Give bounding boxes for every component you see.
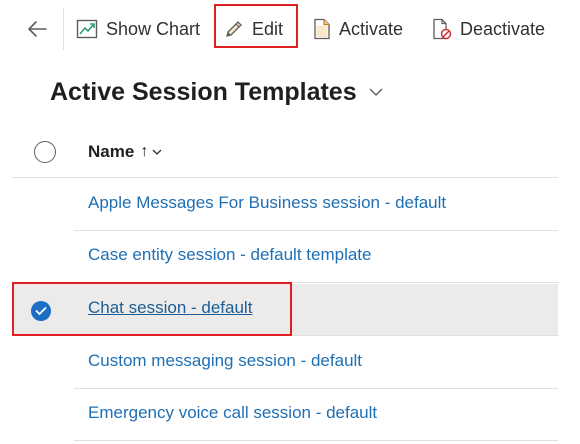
select-all-checkbox[interactable] [34, 141, 56, 163]
command-bar: Show Chart Edit Activate Deactivate [0, 0, 580, 58]
selected-row-highlight-box [12, 282, 292, 336]
back-button[interactable] [22, 14, 52, 44]
record-link[interactable]: Case entity session - default template [88, 245, 371, 265]
row-divider [74, 440, 558, 441]
view-selector[interactable]: Active Session Templates [50, 72, 383, 112]
chevron-down-icon [152, 149, 162, 155]
activate-label: Activate [339, 18, 404, 39]
chart-icon [76, 19, 98, 39]
show-chart-label: Show Chart [106, 18, 201, 39]
table-row[interactable]: Case entity session - default template [12, 231, 558, 283]
table-row[interactable]: Emergency voice call session - default [12, 389, 558, 441]
sort-ascending-icon: ↑ [140, 143, 149, 160]
grid-header: Name ↑ [12, 133, 558, 178]
document-blocked-icon [433, 18, 452, 40]
record-link[interactable]: Emergency voice call session - default [88, 403, 377, 423]
activate-button[interactable]: Activate [313, 8, 403, 50]
deactivate-button[interactable]: Deactivate [432, 8, 545, 50]
show-chart-button[interactable]: Show Chart [76, 8, 200, 50]
chevron-down-icon [369, 88, 383, 96]
column-header-name[interactable]: Name ↑ [88, 142, 162, 162]
toolbar-divider [63, 8, 64, 50]
arrow-left-icon [28, 21, 47, 37]
deactivate-label: Deactivate [460, 18, 546, 39]
record-link[interactable]: Custom messaging session - default [88, 351, 362, 371]
table-row[interactable]: Custom messaging session - default [12, 337, 558, 389]
view-title: Active Session Templates [50, 77, 357, 106]
record-link[interactable]: Apple Messages For Business session - de… [88, 193, 446, 213]
document-icon [314, 18, 330, 40]
edit-highlight-box [214, 4, 298, 48]
column-header-label: Name [88, 142, 135, 161]
table-row[interactable]: Apple Messages For Business session - de… [12, 179, 558, 231]
